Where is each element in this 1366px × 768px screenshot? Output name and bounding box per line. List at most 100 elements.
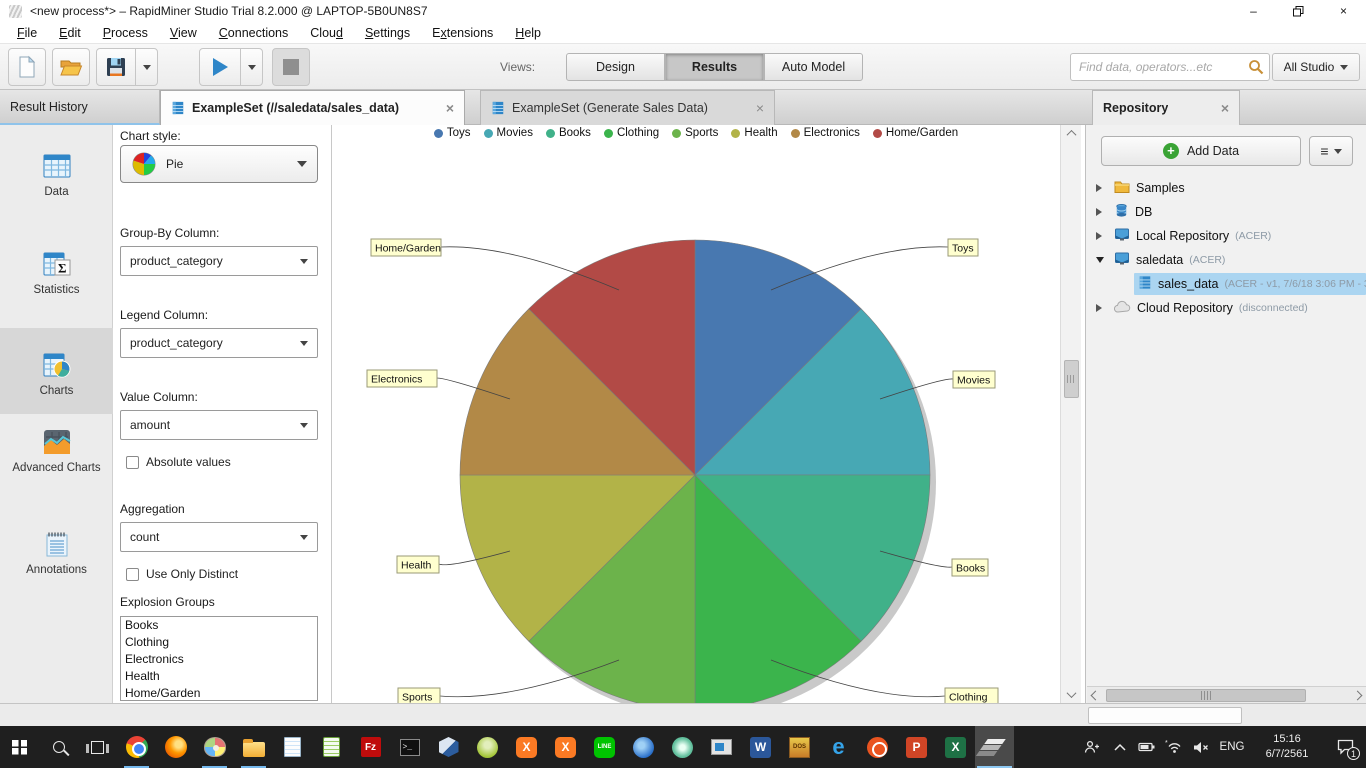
- view-design-button[interactable]: Design: [566, 53, 665, 81]
- groupby-dropdown[interactable]: product_category: [120, 246, 318, 276]
- xampp-icon-2[interactable]: X: [546, 726, 585, 768]
- menu-file[interactable]: File: [6, 24, 48, 42]
- sidebar-item-advanced-charts[interactable]: Advanced Charts: [0, 423, 113, 503]
- repository-horizontal-scrollbar[interactable]: [1087, 686, 1366, 703]
- daemon-tools-icon[interactable]: [624, 726, 663, 768]
- network-tray-button[interactable]: *: [1160, 726, 1187, 768]
- powerpoint-icon[interactable]: P: [897, 726, 936, 768]
- open-process-button[interactable]: [52, 48, 90, 86]
- explosion-groups-list[interactable]: BooksClothingElectronicsHealthHome/Garde…: [120, 616, 318, 701]
- menu-extensions[interactable]: Extensions: [421, 24, 504, 42]
- sidebar-item-charts[interactable]: Charts: [0, 328, 113, 414]
- taskbar-search-icon[interactable]: [39, 726, 78, 768]
- view-results-button[interactable]: Results: [665, 53, 764, 81]
- absolute-values-checkbox[interactable]: [126, 456, 139, 469]
- chart-style-dropdown[interactable]: Pie: [120, 145, 318, 183]
- tab-exampleset-generate-sales-data[interactable]: ExampleSet (Generate Sales Data) ×: [480, 90, 775, 125]
- word-icon[interactable]: W: [741, 726, 780, 768]
- menu-process[interactable]: Process: [92, 24, 159, 42]
- save-dropdown-button[interactable]: [135, 49, 157, 85]
- use-only-distinct-checkbox[interactable]: [126, 568, 139, 581]
- sidebar-item-data[interactable]: Data: [0, 147, 113, 215]
- expand-arrow-icon[interactable]: [1096, 304, 1110, 312]
- repo-item-local-repository[interactable]: Local Repository(ACER): [1086, 224, 1366, 248]
- volume-tray-button[interactable]: [1187, 726, 1214, 768]
- action-center-button[interactable]: 1: [1324, 726, 1366, 768]
- battery-tray-button[interactable]: [1133, 726, 1160, 768]
- dosbox-icon[interactable]: DOS: [780, 726, 819, 768]
- menu-edit[interactable]: Edit: [48, 24, 92, 42]
- tab-repository[interactable]: Repository ×: [1092, 90, 1240, 125]
- new-process-button[interactable]: [8, 48, 46, 86]
- scroll-down-button[interactable]: [1061, 686, 1082, 703]
- menu-settings[interactable]: Settings: [354, 24, 421, 42]
- line-icon[interactable]: LINE: [585, 726, 624, 768]
- scroll-up-button[interactable]: [1061, 125, 1082, 142]
- cmd-icon[interactable]: >_: [390, 726, 429, 768]
- horizontal-scrollbar-thumb[interactable]: [1106, 689, 1306, 702]
- tab-exampleset-sales-data[interactable]: ExampleSet (//saledata/sales_data) ×: [160, 90, 465, 125]
- explosion-group-item[interactable]: Electronics: [121, 651, 317, 668]
- global-search-input[interactable]: [1070, 53, 1270, 81]
- repository-menu-button[interactable]: ≡: [1309, 136, 1353, 166]
- restore-button[interactable]: [1276, 0, 1321, 22]
- explosion-group-item[interactable]: Clothing: [121, 634, 317, 651]
- virtualbox-icon[interactable]: [429, 726, 468, 768]
- expand-arrow-icon[interactable]: [1096, 208, 1110, 216]
- people-tray-button[interactable]: [1077, 726, 1107, 768]
- paint-icon[interactable]: [195, 726, 234, 768]
- repo-item-db[interactable]: DB: [1086, 200, 1366, 224]
- scroll-right-button[interactable]: [1349, 687, 1366, 704]
- ubuntu-icon[interactable]: [858, 726, 897, 768]
- sidebar-item-annotations[interactable]: Annotations: [0, 525, 113, 595]
- chart-vertical-scrollbar[interactable]: [1060, 125, 1081, 703]
- atom-icon[interactable]: [663, 726, 702, 768]
- firefox-icon[interactable]: [156, 726, 195, 768]
- notepad-icon[interactable]: [273, 726, 312, 768]
- vertical-scrollbar-thumb[interactable]: [1064, 360, 1079, 398]
- filezilla-icon[interactable]: Fz: [351, 726, 390, 768]
- close-icon[interactable]: ×: [438, 100, 454, 116]
- xampp-icon[interactable]: X: [507, 726, 546, 768]
- repo-item-samples[interactable]: Samples: [1086, 176, 1366, 200]
- task-view-icon[interactable]: [78, 726, 117, 768]
- view-automodel-button[interactable]: Auto Model: [764, 53, 863, 81]
- explosion-group-item[interactable]: Books: [121, 617, 317, 634]
- repo-item-saledata[interactable]: saledata(ACER): [1086, 248, 1366, 272]
- close-button[interactable]: ×: [1321, 0, 1366, 22]
- start-icon[interactable]: [0, 726, 39, 768]
- repo-item-cloud-repository[interactable]: Cloud Repository(disconnected): [1086, 296, 1366, 320]
- repo-item-sales-data[interactable]: sales_data(ACER - v1, 7/6/18 3:06 PM - 3: [1086, 272, 1366, 296]
- hidden-icons-button[interactable]: [1107, 726, 1133, 768]
- legend-column-dropdown[interactable]: product_category: [120, 328, 318, 358]
- collapse-arrow-icon[interactable]: [1096, 257, 1110, 263]
- minimize-button[interactable]: –: [1231, 0, 1276, 22]
- language-indicator[interactable]: ENG: [1214, 726, 1250, 768]
- menu-help[interactable]: Help: [504, 24, 552, 42]
- save-button[interactable]: [97, 49, 135, 85]
- expand-arrow-icon[interactable]: [1096, 184, 1110, 192]
- menu-connections[interactable]: Connections: [208, 24, 300, 42]
- value-column-dropdown[interactable]: amount: [120, 410, 318, 440]
- expand-arrow-icon[interactable]: [1096, 232, 1110, 240]
- taskbar-clock[interactable]: 15:16 6/7/2561: [1250, 726, 1324, 768]
- tab-result-history[interactable]: Result History: [0, 90, 160, 125]
- notepadpp-icon[interactable]: [312, 726, 351, 768]
- close-icon[interactable]: ×: [748, 100, 764, 116]
- stop-button[interactable]: [272, 48, 310, 86]
- scroll-left-button[interactable]: [1087, 687, 1104, 704]
- sidebar-item-statistics[interactable]: Σ Statistics: [0, 245, 113, 313]
- menu-cloud[interactable]: Cloud: [299, 24, 354, 42]
- android-studio-icon[interactable]: [468, 726, 507, 768]
- menu-view[interactable]: View: [159, 24, 208, 42]
- aggregation-dropdown[interactable]: count: [120, 522, 318, 552]
- run-dropdown-button[interactable]: [240, 49, 262, 85]
- chrome-icon[interactable]: [117, 726, 156, 768]
- add-data-button[interactable]: + Add Data: [1101, 136, 1301, 166]
- edge-icon[interactable]: e: [819, 726, 858, 768]
- close-icon[interactable]: ×: [1213, 100, 1229, 116]
- excel-icon[interactable]: X: [936, 726, 975, 768]
- explosion-group-item[interactable]: Health: [121, 668, 317, 685]
- run-button[interactable]: [200, 49, 240, 85]
- remote-desktop-icon[interactable]: [702, 726, 741, 768]
